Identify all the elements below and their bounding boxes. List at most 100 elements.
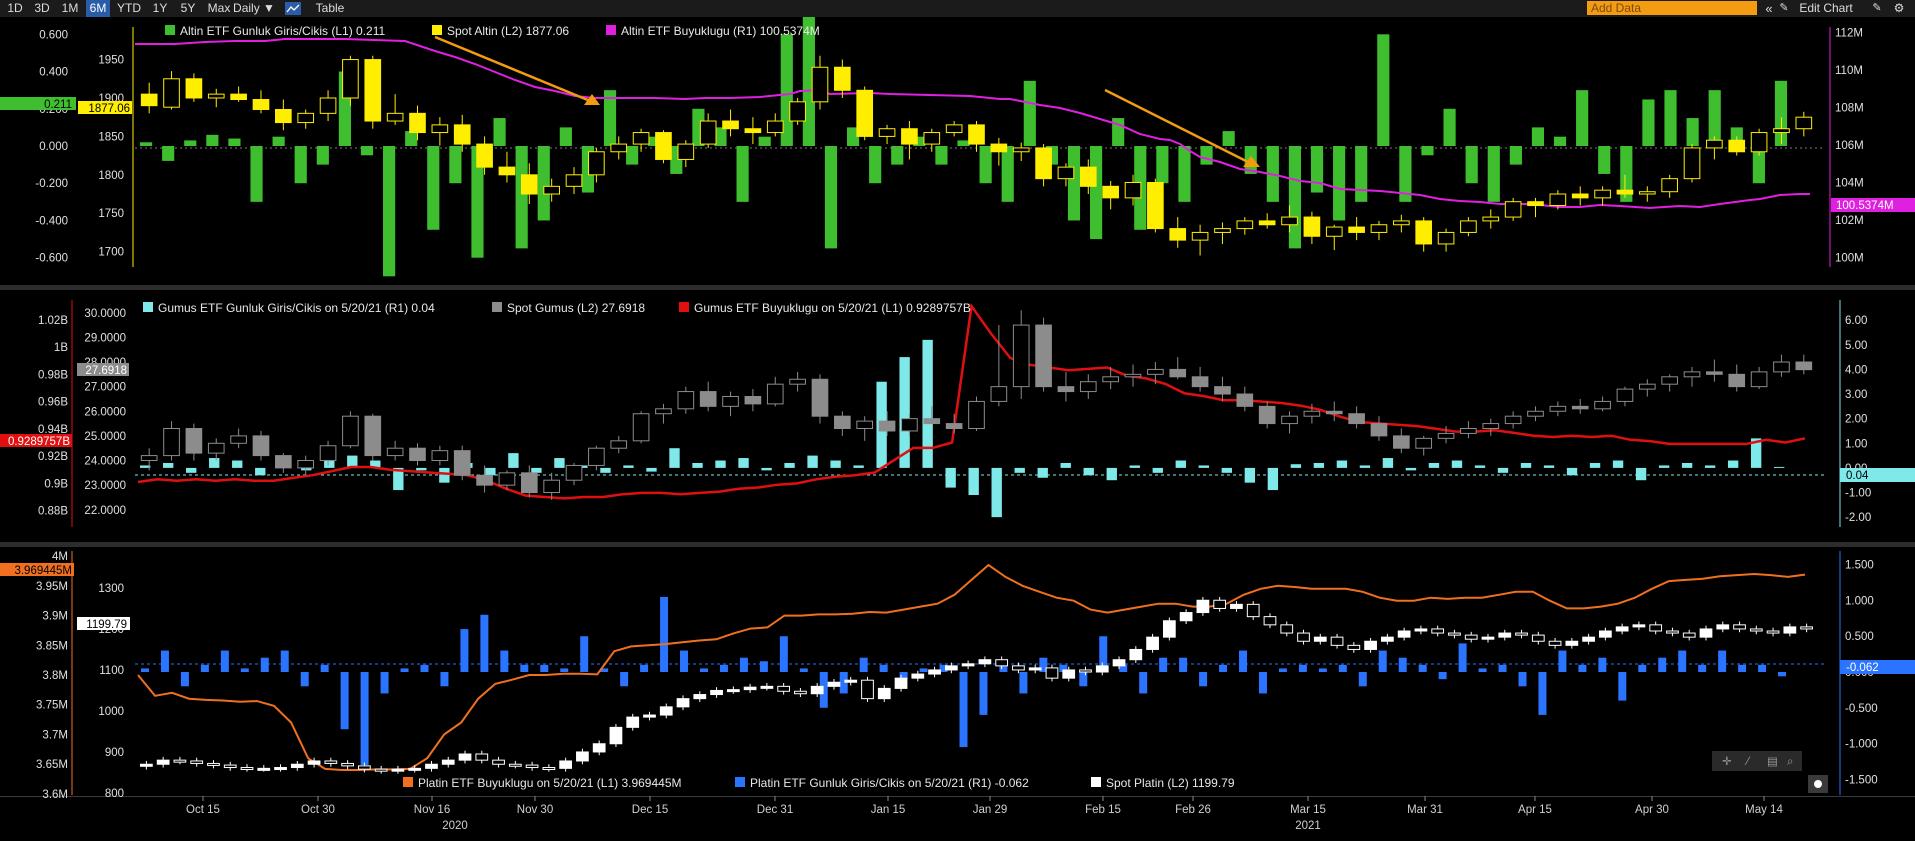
plat-candle (525, 764, 539, 769)
silver-flow-bar (416, 467, 427, 471)
period-button-6m[interactable]: 6M (86, 0, 110, 17)
silver-flow-bar (1382, 458, 1394, 468)
x-axis-tick-label: Mar 15 (1290, 804, 1326, 816)
gold-flow-bar (1686, 118, 1699, 146)
edit-icon[interactable]: ✎ (1870, 0, 1884, 17)
period-button-ytd[interactable]: YTD (114, 0, 144, 17)
axis-tick-label: -0.200 (35, 178, 68, 190)
gold-candle (1706, 139, 1723, 149)
plat-flow-bar (500, 650, 509, 672)
silver-size-axis: 1.02B1B0.98B0.96B0.94B0.92B0.9B0.88B (38, 300, 73, 527)
axis-tick-label: 3.75M (36, 700, 68, 712)
plat-candle (1448, 632, 1461, 636)
plat-candle (1548, 640, 1562, 646)
gold-flow-bar (1509, 146, 1522, 165)
add-data-input[interactable] (1587, 1, 1757, 15)
plat-candle (1481, 636, 1495, 640)
plat-candle (844, 679, 858, 683)
plat-candle (1431, 628, 1445, 634)
silver-candle (1504, 415, 1522, 425)
plat-candle (358, 765, 371, 770)
plat-candle (391, 768, 405, 772)
zoom-icon[interactable]: ⌕ (1787, 756, 1793, 768)
plat-flow-bar (1618, 672, 1627, 701)
table-button[interactable]: Table (310, 0, 350, 17)
plat-candle (1766, 630, 1780, 634)
crosshair-icon[interactable]: ✛ (1722, 756, 1732, 768)
silver-flow-bar (255, 467, 266, 476)
axis-tick-label: 1850 (98, 131, 124, 143)
edit-chart-button[interactable]: Edit Chart (1790, 0, 1862, 17)
gold-candle (431, 124, 449, 134)
axis-tick-label: 108M (1835, 103, 1864, 115)
double-chevron-left-icon[interactable]: « (1762, 0, 1776, 17)
silver-candle (543, 479, 560, 494)
frequency-dropdown[interactable]: Daily ▼ (228, 0, 280, 17)
plat-candle (1196, 599, 1210, 614)
legend-swatch (403, 777, 413, 787)
plat-candle (1632, 624, 1646, 628)
plat-candle (1649, 624, 1663, 632)
plat-candle (1129, 648, 1143, 661)
gold-candle (945, 124, 963, 134)
silver-candle (1594, 400, 1611, 410)
silver-candle (722, 395, 739, 407)
gold-flow-bar (184, 140, 197, 146)
gold-flow-bar (1421, 146, 1434, 156)
silver-flow-bar (1060, 462, 1071, 468)
axis-tick-label: 26.0000 (84, 406, 126, 418)
settings-icon (1814, 780, 1822, 788)
plat-candle (1095, 665, 1109, 673)
gold-candle (319, 97, 337, 114)
axis-tick-label: 2.00 (1845, 414, 1867, 426)
line-chart-icon[interactable] (284, 0, 302, 17)
plat-candle (173, 759, 187, 763)
silver-flow-bar (1083, 467, 1094, 476)
gold-flow-bar (427, 146, 440, 230)
period-button-1m[interactable]: 1M (58, 0, 82, 17)
gold-candle (275, 109, 292, 124)
annotation-icon[interactable]: ▤ (1767, 756, 1778, 768)
silver-candle (945, 423, 963, 430)
period-button-3d[interactable]: 3D (30, 0, 54, 17)
gold-candle (476, 143, 493, 168)
silver-flow-bar (991, 467, 1002, 518)
silver-flow-bar (1290, 464, 1302, 468)
plat-flow-bar (580, 636, 589, 672)
silver-flow-bar (784, 462, 795, 468)
silver-flow-bar (1566, 467, 1578, 476)
plat-candle (341, 762, 354, 767)
gold-candle (1437, 231, 1455, 245)
plat-candle (1230, 603, 1243, 609)
plat-candle (1330, 636, 1344, 646)
silver-flow-bar (485, 467, 496, 476)
gear-icon[interactable]: ⚙ (1892, 0, 1906, 17)
plat-candle (609, 726, 623, 745)
silver-candle (364, 415, 382, 457)
silver-candle (1214, 386, 1231, 395)
plat-flow-bar (1378, 650, 1387, 672)
plat-candle (1733, 624, 1746, 630)
silver-flow-bar (968, 467, 979, 495)
silver-candle (1303, 410, 1321, 417)
period-button-1y[interactable]: 1Y (148, 0, 172, 17)
silver-flow-bar (1612, 460, 1624, 468)
axis-tick-label: 29.0000 (84, 332, 126, 344)
plat-candle (1666, 630, 1679, 634)
silver-candle (1773, 361, 1790, 373)
plat-flow-bar (180, 672, 189, 687)
silver-candle (453, 450, 471, 476)
x-axis-year-label: 2020 (442, 820, 468, 832)
gold-flow-bar (824, 146, 838, 249)
plat-candle (710, 689, 723, 696)
silver-candle (1169, 368, 1187, 378)
silver-candle (1281, 415, 1298, 425)
period-button-1d[interactable]: 1D (4, 0, 26, 17)
period-button-5y[interactable]: 5Y (176, 0, 200, 17)
silver-candle (1258, 405, 1276, 425)
plat-flow-bar (1318, 668, 1327, 672)
axis-tick-label: -0.400 (35, 215, 68, 227)
plat-flow-bar (420, 664, 429, 672)
plat-flow-bar (1398, 657, 1407, 672)
axis-tick-label: 3.85M (36, 640, 68, 652)
